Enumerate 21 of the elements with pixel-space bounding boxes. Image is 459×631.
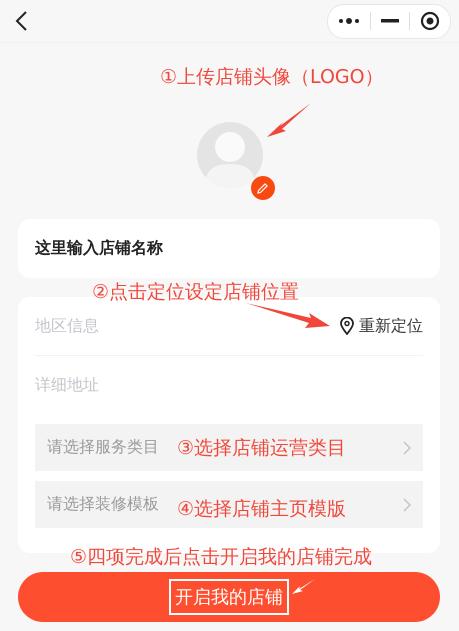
chevron-icon bbox=[403, 498, 411, 512]
location-pin-icon bbox=[340, 317, 354, 335]
chevron-icon bbox=[403, 440, 411, 454]
address-field[interactable]: 详细地址 bbox=[35, 374, 99, 396]
more-icon[interactable] bbox=[338, 17, 360, 25]
annotation-arrow bbox=[266, 102, 312, 138]
relocate-button[interactable]: 重新定位 bbox=[340, 316, 423, 336]
annotation-text: ③选择店铺运营类目 bbox=[177, 436, 346, 461]
annotation-arrow bbox=[291, 578, 316, 596]
annotation-text: ④选择店铺主页模版 bbox=[177, 497, 346, 522]
annotation-text: ②点击定位设定店铺位置 bbox=[92, 280, 300, 305]
edit-icon[interactable] bbox=[250, 176, 274, 200]
annotation-text: ①上传店铺头像（LOGO） bbox=[160, 65, 384, 90]
close-icon[interactable] bbox=[420, 11, 440, 31]
open-store-button[interactable]: 开启我的店铺 bbox=[18, 572, 440, 622]
minimize-icon[interactable] bbox=[381, 19, 399, 23]
back-icon[interactable] bbox=[14, 10, 28, 32]
region-field[interactable]: 地区信息 bbox=[35, 316, 99, 336]
store-name-field[interactable]: 这里输入店铺名称 bbox=[18, 219, 440, 278]
avatar-icon[interactable] bbox=[196, 122, 262, 188]
annotation-text: ⑤四项完成后点击开启我的店铺完成 bbox=[70, 545, 372, 570]
